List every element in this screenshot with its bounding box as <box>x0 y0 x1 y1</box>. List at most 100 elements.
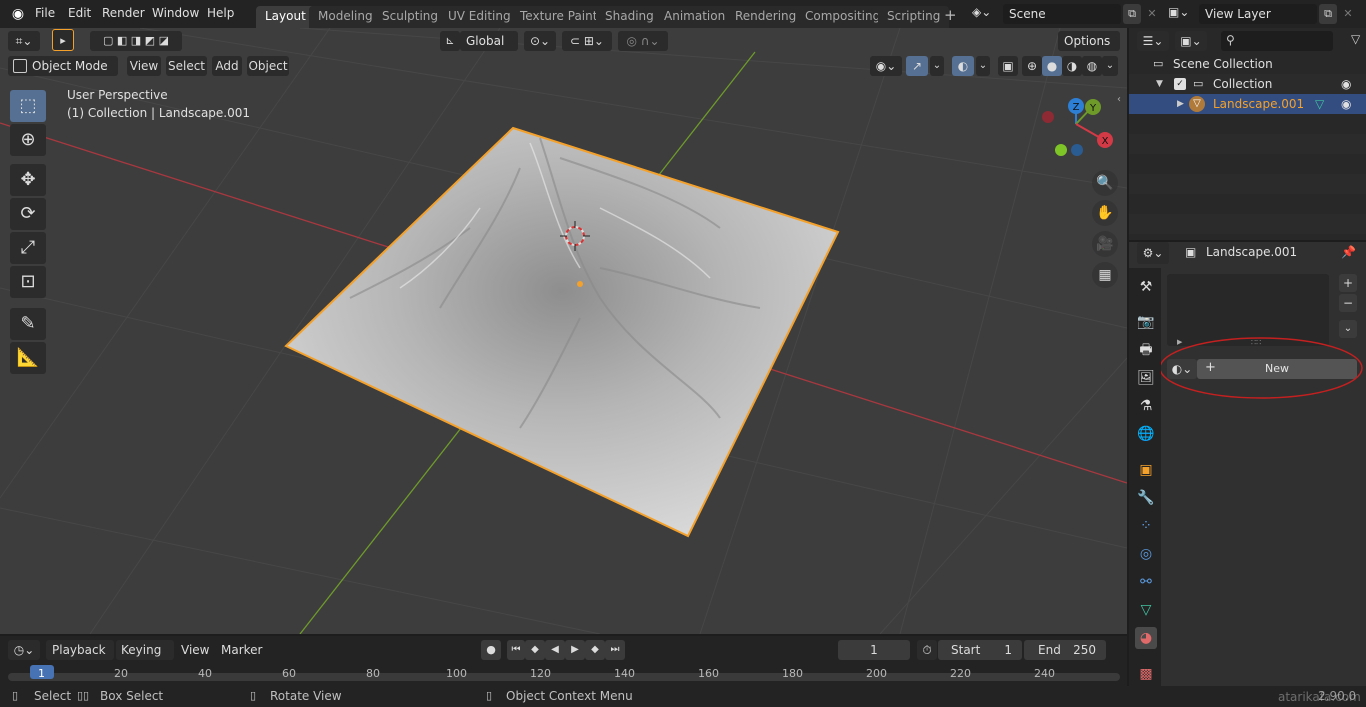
texture-tab-icon[interactable]: ▩ <box>1135 663 1157 685</box>
menu-object[interactable]: Object <box>247 56 289 76</box>
scene-collection-row[interactable]: ▭ Scene Collection <box>1129 54 1366 74</box>
timeline-editor-icon[interactable]: ◷⌄ <box>8 640 40 660</box>
pan-hand-icon[interactable]: ✋ <box>1092 200 1118 226</box>
snap-icon[interactable]: ⊂ ⊞⌄ <box>562 31 612 51</box>
current-frame-field[interactable]: 1 <box>838 640 910 660</box>
play-icon[interactable]: ▶ <box>565 640 585 660</box>
properties-editor-icon[interactable]: ⚙⌄ <box>1137 242 1169 264</box>
data-tab-icon[interactable]: ▽ <box>1135 599 1157 621</box>
orientation-icon[interactable]: ⊾ <box>440 31 460 51</box>
scene-field[interactable]: Scene <box>1003 4 1121 24</box>
add-slot-icon[interactable]: + <box>1339 274 1357 292</box>
playback-menu[interactable]: Playback <box>46 640 114 660</box>
menu-add[interactable]: Add <box>212 56 242 76</box>
visibility-icon[interactable]: ◉⌄ <box>870 56 902 76</box>
view-layer-icon[interactable]: ▣⌄ <box>1168 5 1196 23</box>
tab-modeling[interactable]: Modeling <box>309 6 382 28</box>
select-tool-icon[interactable]: ▸ <box>52 29 74 51</box>
expand-arrow-icon[interactable]: ▼ <box>1156 74 1163 94</box>
material-shading-icon[interactable]: ◑ <box>1062 56 1082 76</box>
cursor-icon[interactable]: ⊕ <box>10 124 46 156</box>
end-frame-field[interactable]: End 250 <box>1024 640 1106 660</box>
view-layer-tab-icon[interactable]: 🖼 <box>1135 367 1157 389</box>
delete-view-layer-icon[interactable]: ✕ <box>1339 4 1357 24</box>
menu-view[interactable]: View <box>127 56 161 76</box>
tab-animation[interactable]: Animation <box>655 6 735 28</box>
editor-type-icon[interactable]: ⌗⌄ <box>8 31 40 51</box>
menu-window[interactable]: Window <box>152 6 199 20</box>
tab-compositing[interactable]: Compositing <box>796 6 890 28</box>
pin-icon[interactable]: 📌 <box>1341 245 1356 259</box>
tab-shading[interactable]: Shading <box>596 6 663 28</box>
eye-icon[interactable]: ◉ <box>1341 74 1351 94</box>
next-keyframe-icon[interactable]: ◆ <box>585 640 605 660</box>
physics-tab-icon[interactable]: ◎ <box>1135 543 1157 565</box>
modifier-tab-icon[interactable]: 🔧 <box>1135 487 1157 509</box>
selection-mode-icons[interactable]: ▢ ◧ ◨ ◩ ◪ <box>90 31 182 51</box>
proportional-editing-icon[interactable]: ◎ ∩⌄ <box>618 31 668 51</box>
rendered-shading-icon[interactable]: ◍ <box>1082 56 1102 76</box>
constraints-tab-icon[interactable]: ⚯ <box>1135 571 1157 593</box>
add-workspace-icon[interactable]: + <box>944 6 960 24</box>
eye-icon[interactable]: ◉ <box>1341 94 1351 114</box>
blender-logo-icon[interactable]: ◉ <box>9 5 27 23</box>
menu-edit[interactable]: Edit <box>68 6 91 20</box>
menu-file[interactable]: File <box>35 6 55 20</box>
material-tab-icon[interactable]: ◕ <box>1135 627 1157 649</box>
tab-sculpting[interactable]: Sculpting <box>373 6 448 28</box>
tool-tab-icon[interactable]: ⚒ <box>1135 276 1157 298</box>
move-icon[interactable]: ✥ <box>10 164 46 196</box>
timeline-view-menu[interactable]: View <box>181 643 209 657</box>
view-layer-field[interactable]: View Layer <box>1199 4 1317 24</box>
start-frame-field[interactable]: Start 1 <box>938 640 1022 660</box>
tab-rendering[interactable]: Rendering <box>726 6 806 28</box>
output-tab-icon[interactable]: 🖶 <box>1135 339 1157 361</box>
delete-scene-icon[interactable]: ✕ <box>1143 4 1161 24</box>
perspective-grid-icon[interactable]: ▦ <box>1092 262 1118 288</box>
xray-toggle-icon[interactable]: ▣ <box>998 56 1018 76</box>
filter-icon[interactable]: ▽ <box>1351 32 1360 46</box>
overlays-dropdown-icon[interactable]: ⌄ <box>976 56 990 76</box>
tab-texture-paint[interactable]: Texture Paint <box>511 6 607 28</box>
collection-row[interactable]: ▼ ✓ ▭ Collection ◉ <box>1129 74 1366 94</box>
options-dropdown[interactable]: Options <box>1058 31 1120 51</box>
menu-render[interactable]: Render <box>102 6 145 20</box>
shading-dropdown-icon[interactable]: ⌄ <box>1102 56 1118 76</box>
tab-uv-editing[interactable]: UV Editing <box>439 6 520 28</box>
new-scene-icon[interactable]: ⧉ <box>1123 4 1141 24</box>
particles-tab-icon[interactable]: ⁘ <box>1135 515 1157 537</box>
remove-slot-icon[interactable]: − <box>1339 294 1357 312</box>
scale-icon[interactable]: ⤢ <box>10 232 46 264</box>
menu-select[interactable]: Select <box>166 56 207 76</box>
landscape-row[interactable]: ▶ ▽ Landscape.001 ▽ ◉ <box>1129 94 1366 114</box>
tab-layout[interactable]: Layout <box>256 6 315 28</box>
solid-shading-icon[interactable]: ● <box>1042 56 1062 76</box>
play-reverse-icon[interactable]: ◀ <box>545 640 565 660</box>
annotate-icon[interactable]: ✎ <box>10 308 46 340</box>
scene-tab-icon[interactable]: ⚗ <box>1135 395 1157 417</box>
outliner-editor-icon[interactable]: ☰⌄ <box>1137 31 1169 51</box>
jump-end-icon[interactable]: ⏭ <box>605 640 625 660</box>
scene-selector-icon[interactable]: ◈⌄ <box>972 5 1000 23</box>
pivot-point-icon[interactable]: ⊙⌄ <box>524 31 556 51</box>
checkbox-icon[interactable]: ✓ <box>1174 78 1186 90</box>
jump-start-icon[interactable]: ⏮ <box>507 640 525 660</box>
rotate-icon[interactable]: ⟳ <box>10 198 46 230</box>
overlays-toggle-icon[interactable]: ◐ <box>952 56 974 76</box>
keying-menu[interactable]: Keying <box>116 640 174 660</box>
landscape-object[interactable] <box>284 126 840 538</box>
navigation-gizmo[interactable]: Z Y X <box>1042 98 1113 156</box>
prev-keyframe-icon[interactable]: ◆ <box>525 640 545 660</box>
new-view-layer-icon[interactable]: ⧉ <box>1319 4 1337 24</box>
zoom-icon[interactable]: 🔍 <box>1092 170 1118 196</box>
sidebar-toggle-icon[interactable]: ‹ <box>1117 94 1127 105</box>
stopwatch-icon[interactable]: ⏱ <box>917 640 937 660</box>
3d-viewport[interactable]: Z Y X ⌗⌄ ▸ ▢ ◧ ◨ ◩ ◪ ⊾ Global ⊙⌄ ⊂ ⊞⌄ ◎ … <box>0 28 1127 634</box>
display-mode-icon[interactable]: ▣⌄ <box>1175 31 1207 51</box>
world-tab-icon[interactable]: 🌐 <box>1135 423 1157 445</box>
wireframe-shading-icon[interactable]: ⊕ <box>1022 56 1042 76</box>
select-box-icon[interactable]: ⬚ <box>10 90 46 122</box>
camera-view-icon[interactable]: 🎥 <box>1092 231 1118 257</box>
timeline-marker-menu[interactable]: Marker <box>221 643 262 657</box>
expand-arrow-icon[interactable]: ▶ <box>1177 94 1184 114</box>
